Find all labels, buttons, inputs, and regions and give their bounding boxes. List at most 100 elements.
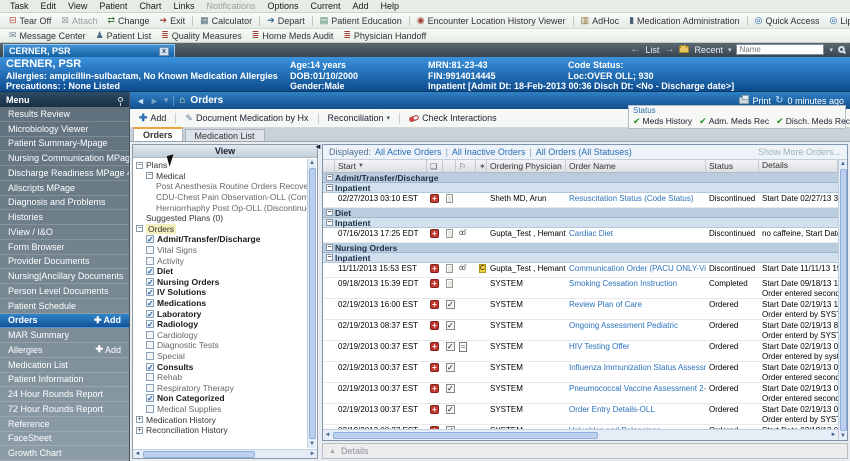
tree-node-nursing-orders[interactable]: ✓Nursing Orders xyxy=(136,277,307,288)
sidebar-item-24-hour-rounds-report[interactable]: 24 Hour Rounds Report xyxy=(0,387,129,402)
tree-node-special[interactable]: Special xyxy=(136,351,307,362)
order-row[interactable]: 02/19/2013 00:37 EST+✓SYSTEMPneumococcal… xyxy=(323,383,838,404)
checkbox-unchecked[interactable] xyxy=(146,352,154,360)
sidebar-item-medication-list[interactable]: Medication List xyxy=(0,358,129,373)
tree-node-medication-history[interactable]: +Medication History xyxy=(136,414,307,425)
order-name-link[interactable]: Review Plan of Care xyxy=(569,300,642,309)
checkbox-checked[interactable]: ✓ xyxy=(146,299,154,307)
start-column-header[interactable]: Start ▼ xyxy=(335,160,427,172)
collapse-minus-icon[interactable]: − xyxy=(136,225,143,232)
menu-chart[interactable]: Chart xyxy=(133,1,167,11)
tree-node-plans[interactable]: −Plans xyxy=(136,160,307,171)
home-icon[interactable]: ⌂ xyxy=(179,95,185,106)
nurse-review-checkbox-checked[interactable]: ✓ xyxy=(446,300,455,309)
sidebar-item-iview-i-o[interactable]: IView / I&O xyxy=(0,225,129,240)
search-icon[interactable] xyxy=(838,46,845,53)
checkbox-checked[interactable]: ✓ xyxy=(146,310,154,318)
order-subgroup-row[interactable]: −Inpatient xyxy=(323,218,838,228)
recent-folder-icon[interactable] xyxy=(679,46,689,53)
collapse-minus-icon[interactable]: − xyxy=(326,219,333,226)
add-order-button[interactable]: ✚ Add xyxy=(136,113,169,124)
check-interactions-button[interactable]: Check Interactions xyxy=(406,113,500,123)
status-adm-meds-rec[interactable]: ✔ Adm. Meds Rec xyxy=(699,116,769,126)
sidebar-item-72-hour-rounds-report[interactable]: 72 Hour Rounds Report xyxy=(0,402,129,417)
print-label[interactable]: Print xyxy=(753,96,772,106)
checkbox-checked[interactable]: ✓ xyxy=(146,288,154,296)
checkbox-unchecked[interactable] xyxy=(146,331,154,339)
order-name-link[interactable]: Order Entry Details-OLL xyxy=(569,405,655,414)
order-row[interactable]: 02/19/2013 08:37 EST+✓SYSTEMOngoing Asse… xyxy=(323,320,838,341)
menu-add[interactable]: Add xyxy=(347,1,375,11)
tree-node-suggested-plans-0[interactable]: Suggested Plans (0) xyxy=(136,213,307,224)
checkbox-checked[interactable]: ✓ xyxy=(146,363,154,371)
details-column-header[interactable]: Details xyxy=(759,160,838,172)
medication-administration-button[interactable]: ▮Medication Administration xyxy=(624,16,745,26)
home-meds-audit-button[interactable]: ≣Home Meds Audit xyxy=(247,31,339,41)
chevron-down-icon[interactable]: ▾ xyxy=(829,46,833,54)
sidebar-item-discharge-readiness-mpage-4-4[interactable]: Discharge Readiness MPage 4.4 xyxy=(0,166,129,181)
tree-node-cdu-chest-pain-observation-oll-comp[interactable]: CDU-Chest Pain Observation-OLL (Comp xyxy=(136,192,307,203)
sidebar-item-allscripts-mpage[interactable]: Allscripts MPage xyxy=(0,181,129,196)
show-more-orders-link[interactable]: Show More Orders... xyxy=(758,147,841,157)
quick-access-button[interactable]: ◎Quick Access xyxy=(750,16,825,26)
sidebar-add-button[interactable]: ✚Add xyxy=(94,315,121,326)
tree-node-iv-solutions[interactable]: ✓IV Solutions xyxy=(136,287,307,298)
sidebar-item-patient-schedule[interactable]: Patient Schedule xyxy=(0,299,129,314)
sidebar-item-diagnosis-and-problems[interactable]: Diagnosis and Problems xyxy=(0,196,129,211)
quality-measures-button[interactable]: ≣Quality Measures xyxy=(156,31,247,41)
order-group-row[interactable]: −Diet xyxy=(323,208,838,218)
sidebar-item-patient-summary-mpage[interactable]: Patient Summary-Mpage xyxy=(0,137,129,152)
sidebar-item-growth-chart[interactable]: Growth Chart xyxy=(0,446,129,461)
patient-list-button[interactable]: ♟Patient List xyxy=(91,31,157,41)
adhoc-button[interactable]: ▥AdHoc xyxy=(576,16,625,26)
order-subgroup-row[interactable]: −Inpatient xyxy=(323,253,838,263)
order-name-link[interactable]: Resuscitation Status (Code Status) xyxy=(569,194,694,203)
calculator-button[interactable]: ▦Calculator xyxy=(195,16,257,26)
order-name-link[interactable]: Influenza Immunization Status Assessment xyxy=(569,363,706,372)
sidebar-add-button[interactable]: ✚Add xyxy=(95,344,121,355)
order-name-link[interactable]: Ongoing Assessment Pediatric xyxy=(569,321,678,330)
order-row[interactable]: 02/19/2013 00:37 EST+✓SYSTEMOrder Entry … xyxy=(323,404,838,425)
order-row[interactable]: 07/16/2013 17:25 EDT+óóˆGupta_Test , Hem… xyxy=(323,228,838,243)
status-column-header[interactable]: Status xyxy=(706,160,759,172)
menu-view[interactable]: View xyxy=(62,1,93,11)
checkbox-checked[interactable]: ✓ xyxy=(146,235,154,243)
collapse-minus-icon[interactable]: − xyxy=(146,172,153,179)
menu-task[interactable]: Task xyxy=(4,1,35,11)
nurse-review-checkbox-checked[interactable]: ✓ xyxy=(446,321,455,330)
filter-all-orders[interactable]: All Orders (All Statuses) xyxy=(536,147,632,157)
collapse-minus-icon[interactable]: − xyxy=(326,209,333,216)
order-subgroup-row[interactable]: −Inpatient xyxy=(323,183,838,193)
tree-node-non-categorized[interactable]: ✓Non Categorized xyxy=(136,393,307,404)
checkbox-unchecked[interactable] xyxy=(146,341,154,349)
sidebar-item-patient-information[interactable]: Patient Information xyxy=(0,373,129,388)
print-icon[interactable] xyxy=(739,97,749,104)
sidebar-item-histories[interactable]: Histories xyxy=(0,210,129,225)
tree-node-post-anesthesia-routine-orders-recovery[interactable]: Post Anesthesia Routine Orders Recovery xyxy=(136,181,307,192)
tree-node-consults[interactable]: ✓Consults xyxy=(136,361,307,372)
order-row[interactable]: 02/19/2013 00:37 EST+✓SYSTEMInfluenza Im… xyxy=(323,362,838,383)
order-name-link[interactable]: HIV Testing Offer xyxy=(569,342,630,351)
scroll-left-icon[interactable]: ◄ xyxy=(323,431,332,439)
scroll-up-icon[interactable]: ▲ xyxy=(839,160,848,168)
order-name-column-header[interactable]: Order Name xyxy=(566,160,706,172)
collapse-up-icon[interactable]: ▲ xyxy=(329,448,336,455)
checkbox-checked[interactable]: ✓ xyxy=(146,394,154,402)
checkbox-checked[interactable]: ✓ xyxy=(146,278,154,286)
sidebar-item-person-level-documents[interactable]: Person Level Documents xyxy=(0,284,129,299)
sidebar-item-provider-documents[interactable]: Provider Documents xyxy=(0,255,129,270)
grid-vertical-scrollbar[interactable]: ▲ ▼ xyxy=(838,160,847,440)
scrollbar-thumb[interactable] xyxy=(840,169,847,431)
patient-education-button[interactable]: ▤Patient Education xyxy=(315,16,407,26)
nurse-review-checkbox-checked[interactable]: ✓ xyxy=(446,342,455,351)
order-group-row[interactable]: −Nursing Orders xyxy=(323,243,838,253)
nurse-review-checkbox-empty[interactable] xyxy=(446,194,453,203)
tree-node-cardiology[interactable]: Cardiology xyxy=(136,330,307,341)
reconciliation-dropdown[interactable]: Reconciliation ▾ xyxy=(325,113,394,123)
tree-node-diagnostic-tests[interactable]: Diagnostic Tests xyxy=(136,340,307,351)
expand-plus-icon[interactable]: + xyxy=(136,427,143,434)
tree-node-orders[interactable]: −Orders xyxy=(136,224,307,235)
interaction-column-header[interactable]: ✶ xyxy=(476,160,487,172)
scroll-left-icon[interactable]: ◄ xyxy=(133,450,142,458)
order-name-link[interactable]: Smoking Cessation Instruction xyxy=(569,279,677,288)
